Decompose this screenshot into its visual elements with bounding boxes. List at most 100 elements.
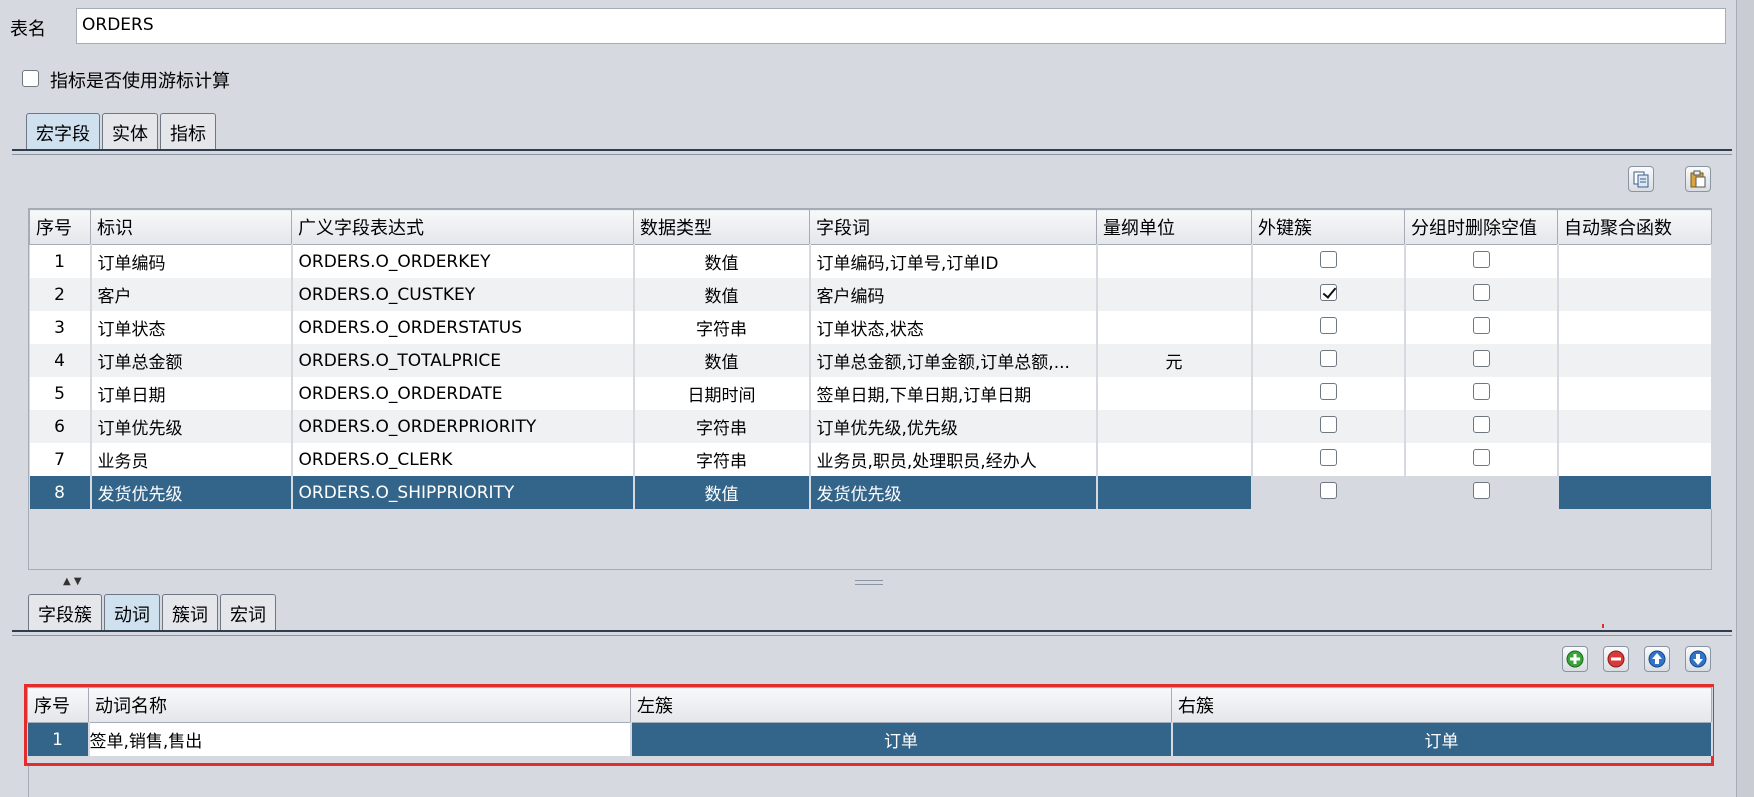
foreign-key-checkbox[interactable]: [1319, 250, 1337, 268]
cell-id[interactable]: 发货优先级: [90, 476, 293, 509]
table-row[interactable]: 1 订单编码 ORDERS.O_ORDERKEY 数值 订单编码,订单号,订单ID: [29, 244, 1713, 278]
drop-null-checkbox[interactable]: [1472, 382, 1490, 400]
paste-button[interactable]: [1685, 166, 1711, 192]
cell-id[interactable]: 订单编码: [90, 244, 293, 278]
verbs-header-no[interactable]: 序号: [27, 687, 89, 723]
cell-agg[interactable]: [1557, 311, 1713, 344]
fields-header-expr[interactable]: 广义字段表达式: [291, 209, 634, 245]
drop-null-checkbox[interactable]: [1472, 349, 1490, 367]
foreign-key-checkbox[interactable]: [1319, 283, 1337, 301]
cell-type[interactable]: 数值: [633, 278, 811, 311]
verb-right-cluster[interactable]: 订单: [1171, 722, 1713, 756]
cell-id[interactable]: 订单状态: [90, 311, 293, 344]
cell-type[interactable]: 数值: [633, 244, 811, 278]
drop-null-checkbox[interactable]: [1472, 250, 1490, 268]
cell-type[interactable]: 数值: [633, 344, 811, 377]
table-row[interactable]: 4 订单总金额 ORDERS.O_TOTALPRICE 数值 订单总金额,订单金额,订单…: [29, 344, 1713, 377]
cell-unit[interactable]: [1096, 278, 1253, 311]
verbs-header-name[interactable]: 动词名称: [88, 687, 631, 723]
cell-expr[interactable]: ORDERS.O_CUSTKEY: [291, 278, 635, 311]
drop-null-checkbox[interactable]: [1472, 316, 1490, 334]
cell-unit[interactable]: [1096, 443, 1253, 476]
cell-type[interactable]: 字符串: [633, 443, 811, 476]
fields-header-type[interactable]: 数据类型: [633, 209, 810, 245]
cell-unit[interactable]: [1096, 311, 1253, 344]
copy-button[interactable]: [1628, 166, 1654, 192]
cell-unit[interactable]: [1096, 377, 1253, 410]
table-row[interactable]: 2 客户 ORDERS.O_CUSTKEY 数值 客户编码: [29, 278, 1713, 311]
foreign-key-checkbox[interactable]: [1319, 382, 1337, 400]
move-down-button[interactable]: [1685, 646, 1711, 672]
cell-agg[interactable]: [1557, 476, 1713, 509]
verbs-table-row[interactable]: 1 签单,销售,售出 订单 订单: [27, 722, 1713, 756]
table-row[interactable]: 7 业务员 ORDERS.O_CLERK 字符串 业务员,职员,处理职员,经办人: [29, 443, 1713, 476]
verbs-header-left[interactable]: 左簇: [630, 687, 1172, 723]
cell-expr[interactable]: ORDERS.O_SHIPPRIORITY: [291, 476, 635, 509]
foreign-key-checkbox[interactable]: [1319, 481, 1337, 499]
table-row[interactable]: 3 订单状态 ORDERS.O_ORDERSTATUS 字符串 订单状态,状态: [29, 311, 1713, 344]
table-row[interactable]: 6 订单优先级 ORDERS.O_ORDERPRIORITY 字符串 订单优先级,优先级: [29, 410, 1713, 443]
tab-field-cluster[interactable]: 字段簇: [28, 594, 102, 631]
cursor-calc-checkbox[interactable]: [22, 70, 39, 87]
cell-expr[interactable]: ORDERS.O_ORDERSTATUS: [291, 311, 635, 344]
cell-words[interactable]: 签单日期,下单日期,订单日期: [809, 377, 1098, 410]
cell-agg[interactable]: [1557, 244, 1713, 278]
cell-agg[interactable]: [1557, 443, 1713, 476]
table-row[interactable]: 5 订单日期 ORDERS.O_ORDERDATE 日期时间 签单日期,下单日期,订单日…: [29, 377, 1713, 410]
drop-null-checkbox[interactable]: [1472, 415, 1490, 433]
foreign-key-checkbox[interactable]: [1319, 349, 1337, 367]
fields-header-dropnull[interactable]: 分组时删除空值: [1404, 209, 1558, 245]
cell-words[interactable]: 订单编码,订单号,订单ID: [809, 244, 1098, 278]
remove-button[interactable]: [1603, 646, 1629, 672]
verb-name[interactable]: 签单,销售,售出: [88, 722, 632, 756]
cell-agg[interactable]: [1557, 377, 1713, 410]
cell-id[interactable]: 客户: [90, 278, 293, 311]
cell-words[interactable]: 订单优先级,优先级: [809, 410, 1098, 443]
tab-cluster-words[interactable]: 簇词: [162, 594, 218, 631]
splitter-arrows[interactable]: ▲ ▼: [63, 576, 82, 587]
cell-id[interactable]: 业务员: [90, 443, 293, 476]
cell-id[interactable]: 订单总金额: [90, 344, 293, 377]
verb-left-cluster[interactable]: 订单: [630, 722, 1173, 756]
cell-words[interactable]: 订单总金额,订单金额,订单总额,...: [809, 344, 1098, 377]
tab-macro-words[interactable]: 宏词: [220, 594, 276, 631]
move-up-button[interactable]: [1644, 646, 1670, 672]
cell-expr[interactable]: ORDERS.O_ORDERDATE: [291, 377, 635, 410]
fields-header-fk[interactable]: 外键簇: [1251, 209, 1405, 245]
cell-id[interactable]: 订单优先级: [90, 410, 293, 443]
foreign-key-checkbox[interactable]: [1319, 448, 1337, 466]
cell-words[interactable]: 客户编码: [809, 278, 1098, 311]
splitter-handle[interactable]: [855, 580, 883, 585]
cell-words[interactable]: 订单状态,状态: [809, 311, 1098, 344]
table-name-input[interactable]: ORDERS: [76, 8, 1726, 44]
vertical-scrollbar[interactable]: [1736, 0, 1754, 797]
drop-null-checkbox[interactable]: [1472, 448, 1490, 466]
fields-header-id[interactable]: 标识: [90, 209, 292, 245]
cell-expr[interactable]: ORDERS.O_TOTALPRICE: [291, 344, 635, 377]
cell-agg[interactable]: [1557, 410, 1713, 443]
table-row[interactable]: 8 发货优先级 ORDERS.O_SHIPPRIORITY 数值 发货优先级: [29, 476, 1713, 509]
cell-type[interactable]: 字符串: [633, 410, 811, 443]
tab-entity[interactable]: 实体: [102, 113, 158, 150]
drop-null-checkbox[interactable]: [1472, 283, 1490, 301]
cell-unit[interactable]: [1096, 410, 1253, 443]
fields-header-words[interactable]: 字段词: [809, 209, 1097, 245]
foreign-key-checkbox[interactable]: [1319, 415, 1337, 433]
cell-words[interactable]: 业务员,职员,处理职员,经办人: [809, 443, 1098, 476]
cell-type[interactable]: 数值: [633, 476, 811, 509]
cell-agg[interactable]: [1557, 278, 1713, 311]
cell-unit[interactable]: 元: [1096, 344, 1253, 377]
foreign-key-checkbox[interactable]: [1319, 316, 1337, 334]
tab-verbs[interactable]: 动词: [104, 594, 160, 631]
add-button[interactable]: [1562, 646, 1588, 672]
cell-unit[interactable]: [1096, 476, 1253, 509]
cell-unit[interactable]: [1096, 244, 1253, 278]
cell-id[interactable]: 订单日期: [90, 377, 293, 410]
cell-expr[interactable]: ORDERS.O_CLERK: [291, 443, 635, 476]
cell-words[interactable]: 发货优先级: [809, 476, 1098, 509]
cell-agg[interactable]: [1557, 344, 1713, 377]
cell-expr[interactable]: ORDERS.O_ORDERPRIORITY: [291, 410, 635, 443]
cell-expr[interactable]: ORDERS.O_ORDERKEY: [291, 244, 635, 278]
cell-type[interactable]: 字符串: [633, 311, 811, 344]
tab-macro-fields[interactable]: 宏字段: [26, 113, 100, 150]
